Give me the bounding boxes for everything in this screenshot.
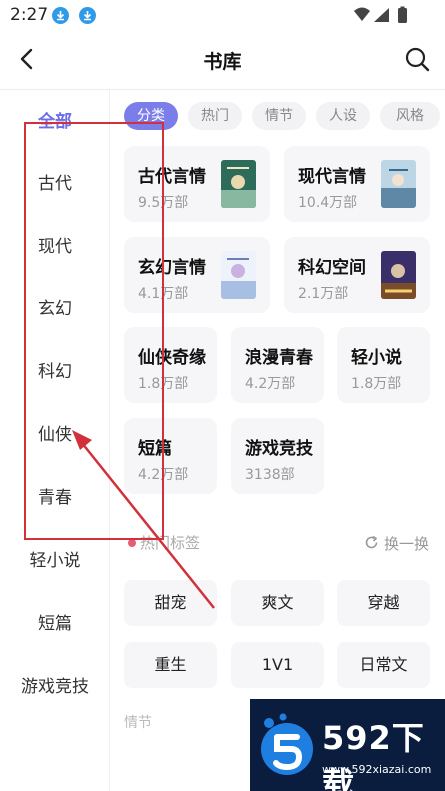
watermark-banner: 592下载 www.592xiazai.com (250, 699, 445, 791)
watermark-brand: 592下载 (322, 719, 425, 791)
watermark-url: www.592xiazai.com (322, 763, 432, 776)
annotation-arrow (72, 430, 215, 609)
watermark-logo (261, 713, 313, 775)
